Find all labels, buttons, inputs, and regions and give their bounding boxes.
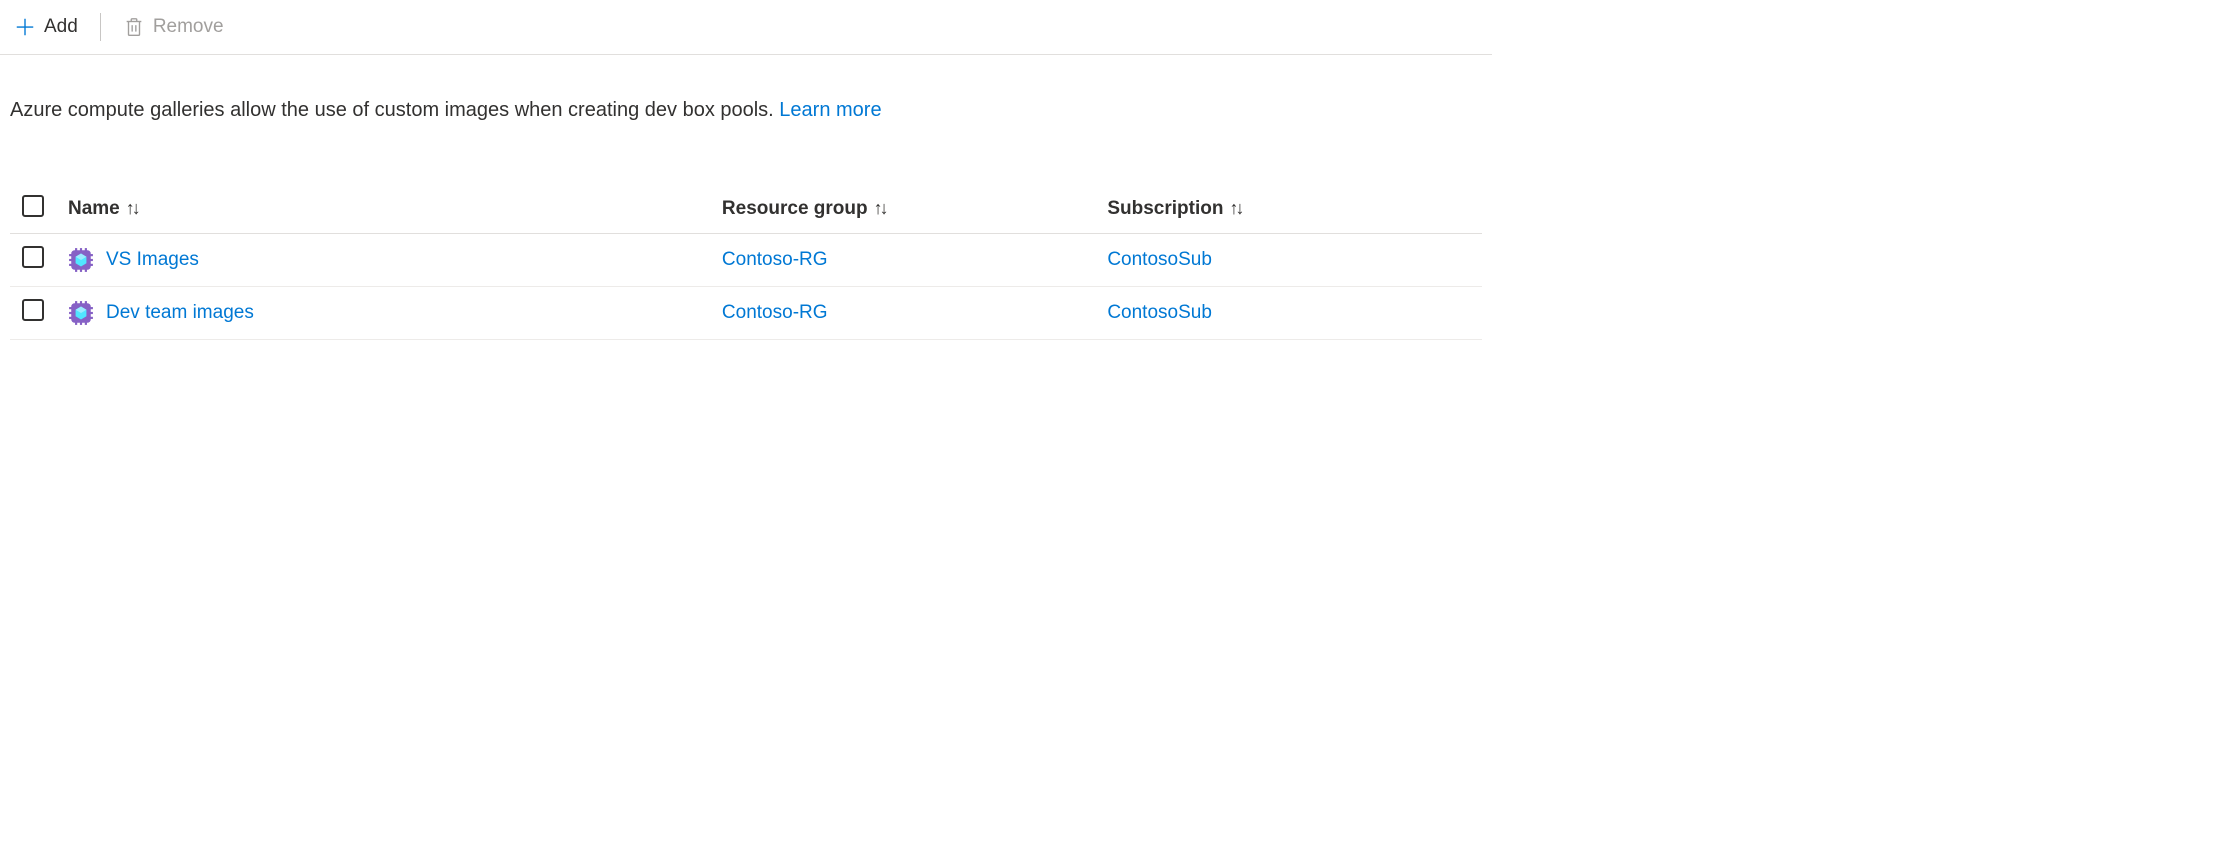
row-rg-cell: Contoso-RG (710, 287, 1095, 340)
remove-button-label: Remove (153, 16, 224, 38)
select-all-checkbox[interactable] (22, 195, 44, 217)
row-checkbox[interactable] (22, 246, 44, 268)
header-select-all (10, 185, 56, 234)
row-select-cell (10, 287, 56, 340)
header-rg-label: Resource group (722, 198, 868, 219)
row-name-link[interactable]: Dev team images (106, 302, 254, 324)
header-name-label: Name (68, 198, 120, 219)
sort-icon: ↑↓ (874, 198, 886, 219)
learn-more-link[interactable]: Learn more (779, 99, 881, 121)
row-name-cell: VS Images (56, 234, 710, 287)
table-row: Dev team images Contoso-RG ContosoSub (10, 287, 1482, 340)
toolbar: Add Remove (0, 0, 1492, 55)
sort-icon: ↑↓ (1229, 198, 1241, 219)
remove-button[interactable]: Remove (119, 12, 228, 42)
row-checkbox[interactable] (22, 299, 44, 321)
trash-icon (123, 16, 145, 38)
row-name-cell: Dev team images (56, 287, 710, 340)
row-rg-link[interactable]: Contoso-RG (722, 249, 828, 270)
toolbar-separator (100, 13, 101, 41)
compute-gallery-icon (68, 300, 94, 326)
row-sub-link[interactable]: ContosoSub (1107, 302, 1212, 323)
add-button-label: Add (44, 16, 78, 38)
header-sub-label: Subscription (1107, 198, 1223, 219)
header-name[interactable]: Name ↑↓ (56, 185, 710, 234)
row-rg-link[interactable]: Contoso-RG (722, 302, 828, 323)
gallery-table-wrap: Name ↑↓ Resource group ↑↓ Subscription ↑↓ (0, 135, 1492, 340)
table-row: VS Images Contoso-RG ContosoSub (10, 234, 1482, 287)
gallery-table: Name ↑↓ Resource group ↑↓ Subscription ↑↓ (10, 185, 1482, 340)
row-rg-cell: Contoso-RG (710, 234, 1095, 287)
row-name-link[interactable]: VS Images (106, 249, 199, 271)
row-select-cell (10, 234, 56, 287)
description-text: Azure compute galleries allow the use of… (10, 99, 779, 121)
row-sub-link[interactable]: ContosoSub (1107, 249, 1212, 270)
plus-icon (14, 16, 36, 38)
add-button[interactable]: Add (10, 12, 82, 42)
compute-gallery-icon (68, 247, 94, 273)
table-header-row: Name ↑↓ Resource group ↑↓ Subscription ↑↓ (10, 185, 1482, 234)
header-resource-group[interactable]: Resource group ↑↓ (710, 185, 1095, 234)
row-sub-cell: ContosoSub (1095, 234, 1482, 287)
description: Azure compute galleries allow the use of… (0, 55, 1492, 135)
sort-icon: ↑↓ (126, 198, 138, 219)
header-subscription[interactable]: Subscription ↑↓ (1095, 185, 1482, 234)
row-sub-cell: ContosoSub (1095, 287, 1482, 340)
